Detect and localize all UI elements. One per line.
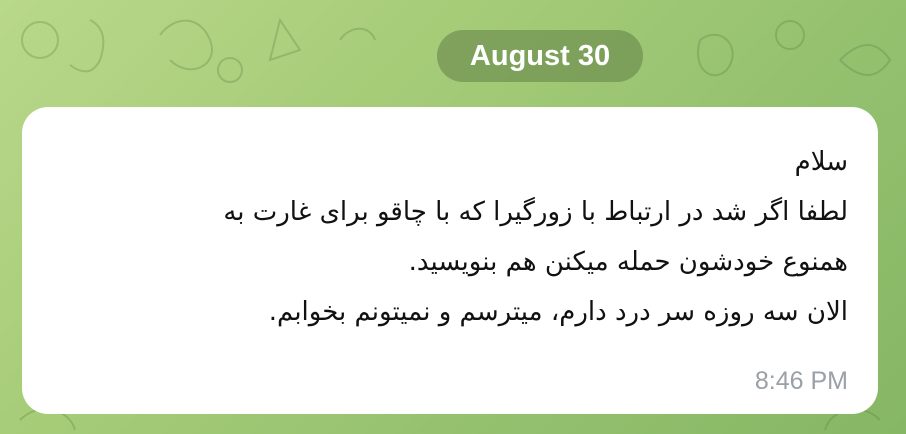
message-line: لطفا اگر شد در ارتباط با زورگیرا که با چ… [223, 197, 848, 227]
message-line: الان سه روزه سر درد دارم، میترسم و نمیتو… [268, 297, 848, 327]
message-line: سلام [794, 147, 848, 177]
message-text: سلام لطفا اگر شد در ارتباط با زورگیرا که… [58, 137, 848, 337]
message-line: همنوع خودشون حمله میکنن هم بنویسید. [408, 247, 848, 277]
date-separator: August 30 [437, 30, 643, 82]
message-bubble[interactable]: سلام لطفا اگر شد در ارتباط با زورگیرا که… [22, 107, 878, 414]
chat-screen: { "chat": { "date_separator": "August 30… [0, 0, 906, 434]
message-time: 8:46 PM [754, 367, 848, 395]
